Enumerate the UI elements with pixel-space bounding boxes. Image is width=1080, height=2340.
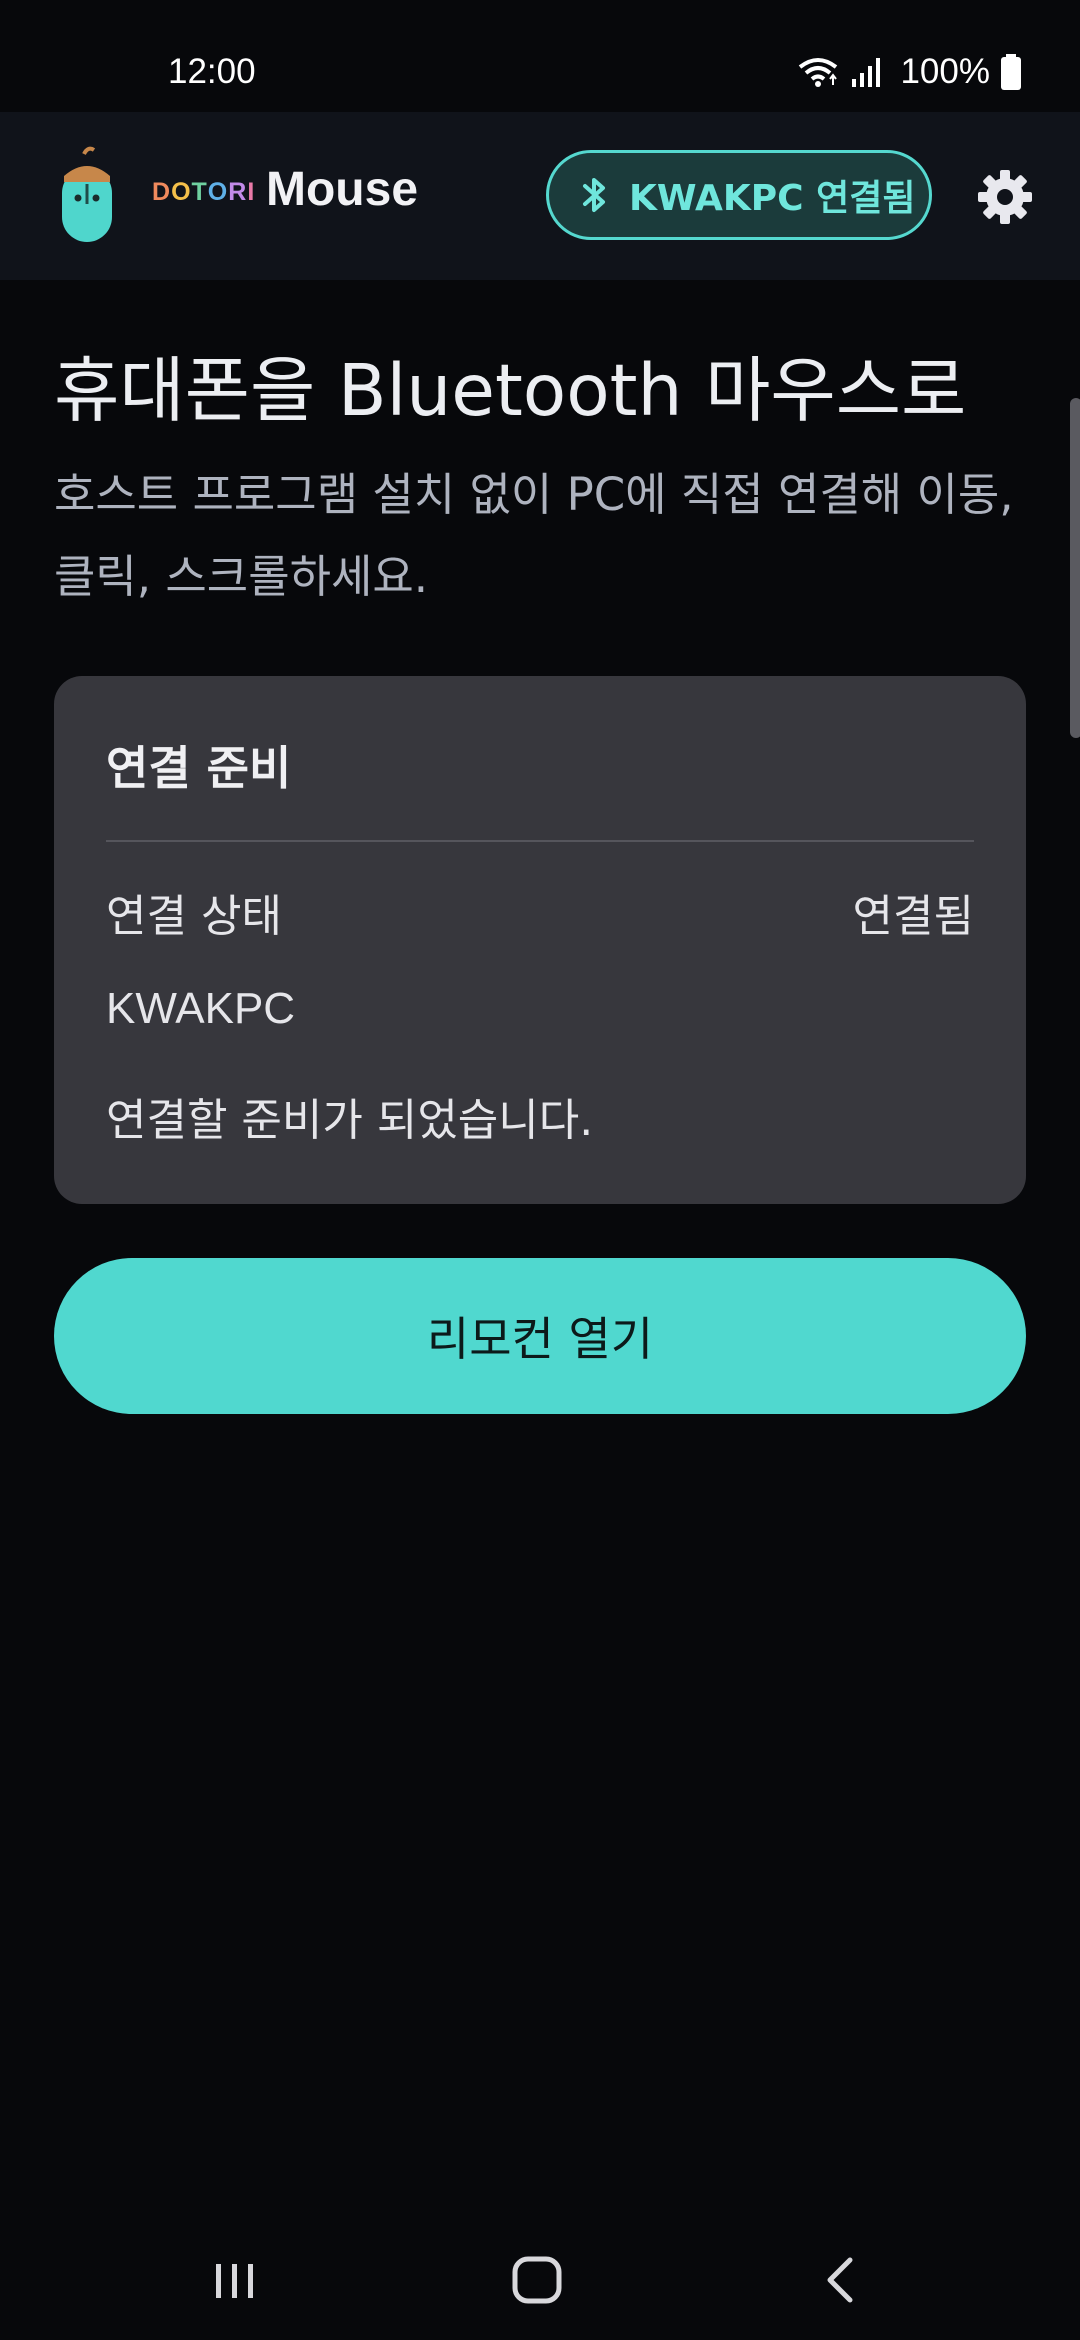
battery-percent: 100% (900, 52, 990, 91)
connection-status-value: 연결됨 (852, 891, 974, 942)
wifi-icon (799, 58, 838, 87)
connection-status-chip[interactable]: KWAKPC 연결됨 (546, 150, 932, 240)
connection-status-label: 연결 상태 (106, 891, 282, 942)
card-title: 연결 준비 (106, 741, 292, 795)
back-icon[interactable] (806, 2248, 876, 2312)
page-title: 휴대폰을 Bluetooth 마우스로 (54, 349, 967, 432)
mascot-logo-icon (62, 146, 112, 242)
battery-icon (1001, 54, 1021, 90)
brand-prefix: DOTORI (152, 178, 255, 207)
signal-icon (852, 58, 881, 87)
gear-icon[interactable] (976, 168, 1034, 226)
screen: 12:00 100% DOTORI Mouse KWAKPC 연결됨 휴대폰을 … (0, 0, 1080, 2340)
recent-apps-icon[interactable] (200, 2248, 270, 2312)
page-subtitle: 호스트 프로그램 설치 없이 PC에 직접 연결해 이동, 클릭, 스크롤하세요… (54, 468, 1014, 603)
card-divider (106, 840, 974, 842)
app-bar: DOTORI Mouse KWAKPC 연결됨 (0, 112, 1080, 280)
brand-name: Mouse (266, 163, 419, 216)
status-bar: 12:00 100% (0, 0, 1080, 112)
connection-card: 연결 준비 연결 상태 연결됨 KWAKPC 연결할 준비가 되었습니다. (54, 676, 1026, 1204)
open-remote-button[interactable]: 리모컨 열기 (54, 1258, 1026, 1414)
home-icon[interactable] (502, 2248, 572, 2312)
connection-chip-label: KWAKPC 연결됨 (629, 178, 916, 219)
status-time: 12:00 (168, 52, 256, 91)
bluetooth-icon (583, 178, 605, 212)
status-icons: 100% (796, 52, 1022, 92)
status-message: 연결할 준비가 되었습니다. (106, 1095, 594, 1146)
brand-prefix-text: DOTORI (152, 178, 256, 206)
scrollbar[interactable] (1070, 398, 1080, 738)
device-name: KWAKPC (106, 984, 296, 1033)
navigation-bar (0, 2220, 1080, 2340)
